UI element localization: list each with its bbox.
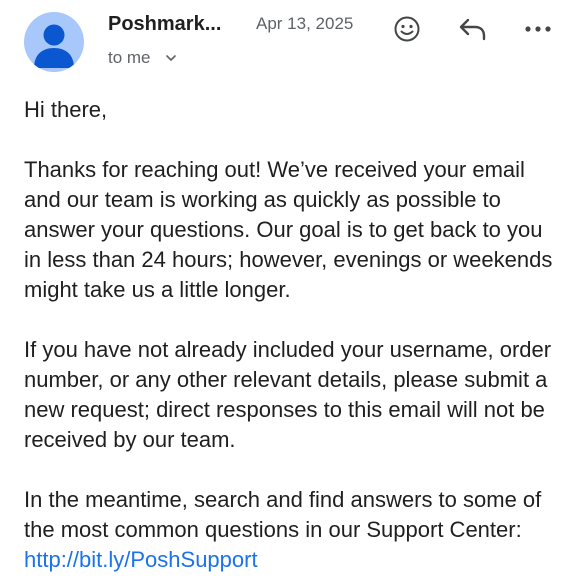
emoji-reaction-button[interactable] (390, 12, 424, 46)
emoji-reaction-icon (394, 16, 420, 42)
recipient-label: to me (108, 48, 151, 67)
sender-name[interactable]: Poshmark... (108, 13, 221, 36)
paragraph-text: In the meantime, search and find answers… (24, 487, 542, 542)
more-options-icon (525, 26, 551, 32)
email-paragraph: If you have not already included your us… (24, 337, 552, 452)
person-avatar-icon (34, 24, 74, 68)
email-date: Apr 13, 2025 (256, 14, 354, 33)
email-header: Poshmark... Apr 13, 2025 to me (0, 0, 580, 90)
chevron-down-icon (165, 55, 176, 61)
email-paragraph: Thanks for reaching out! We’ve received … (24, 157, 553, 302)
recipient-details-toggle[interactable]: to me (108, 48, 177, 68)
more-options-button[interactable] (521, 12, 555, 46)
email-body: Hi there, Thanks for reaching out! We’ve… (24, 95, 564, 580)
email-paragraph: In the meantime, search and find answers… (24, 485, 564, 575)
reply-icon (459, 18, 486, 41)
sender-avatar[interactable] (24, 12, 84, 72)
reply-button[interactable] (456, 12, 490, 46)
email-greeting: Hi there, (24, 97, 108, 122)
support-center-link[interactable]: http://bit.ly/PoshSupport (24, 547, 258, 572)
